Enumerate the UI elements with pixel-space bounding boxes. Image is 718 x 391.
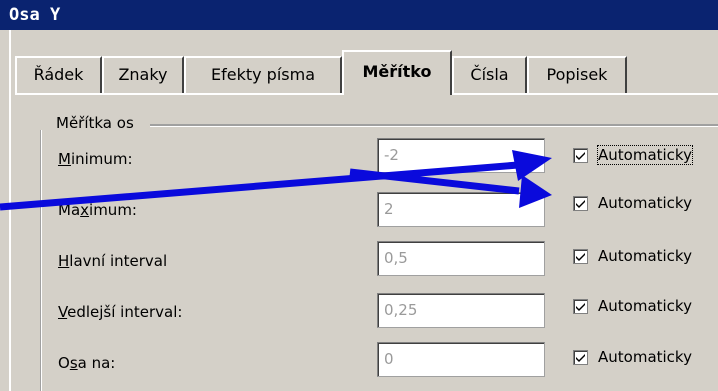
label-part: Ma xyxy=(58,201,81,219)
minimum-auto-checkbox[interactable] xyxy=(573,148,588,163)
major-interval-auto-label[interactable]: Automaticky xyxy=(598,247,692,265)
minimum-auto-label[interactable]: Automaticky xyxy=(597,145,693,165)
checkmark-icon xyxy=(576,303,585,311)
tab-label: Efekty písma xyxy=(210,65,315,84)
tab-label: Měřítko xyxy=(362,62,432,81)
minimum-field[interactable]: -2 xyxy=(377,138,545,173)
access-key: V xyxy=(58,303,68,321)
minor-interval-field[interactable]: 0,25 xyxy=(377,293,545,328)
tab-label: Znaky xyxy=(118,65,168,84)
label-part: edlejší interval: xyxy=(67,303,183,321)
panel-edge xyxy=(9,30,11,391)
tab-label: Čísla xyxy=(470,65,509,84)
tab-label: Řádek xyxy=(33,65,84,84)
checkmark-icon xyxy=(576,253,585,261)
tab-baseline-right xyxy=(452,93,718,95)
maximum-auto-checkbox[interactable] xyxy=(573,196,588,211)
minor-interval-label: Vedlejší interval: xyxy=(58,303,182,321)
maximum-label: Maximum: xyxy=(58,201,137,219)
tab-radek[interactable]: Řádek xyxy=(15,56,102,93)
tab-cisla[interactable]: Čísla xyxy=(452,56,527,93)
access-key: s xyxy=(69,354,78,372)
group-border-top-highlight xyxy=(150,126,718,127)
access-key: x xyxy=(80,201,90,219)
checkmark-icon xyxy=(576,354,585,362)
group-border-left-highlight xyxy=(41,130,42,391)
label-part: a na: xyxy=(77,354,116,372)
minimum-label: Minimum: xyxy=(58,150,133,168)
group-title: Měřítka os xyxy=(52,114,138,132)
maximum-auto-label[interactable]: Automaticky xyxy=(598,194,692,212)
tab-meritko[interactable]: Měřítko xyxy=(342,50,452,95)
tab-baseline-left xyxy=(15,93,342,95)
minor-interval-auto-checkbox[interactable] xyxy=(573,299,588,314)
label-part: imum: xyxy=(89,201,137,219)
major-interval-field[interactable]: 0,5 xyxy=(377,241,545,276)
access-key: M xyxy=(58,150,71,168)
label-part: inimum: xyxy=(70,150,133,168)
label-part: lavní interval xyxy=(69,252,168,270)
title-bar[interactable]: Osa Y xyxy=(0,0,718,30)
tab-popisek[interactable]: Popisek xyxy=(527,56,627,93)
axis-at-label: Osa na: xyxy=(58,354,115,372)
axis-at-auto-checkbox[interactable] xyxy=(573,350,588,365)
minor-interval-auto-label[interactable]: Automaticky xyxy=(598,297,692,315)
axis-at-auto-label[interactable]: Automaticky xyxy=(598,348,692,366)
major-interval-auto-checkbox[interactable] xyxy=(573,249,588,264)
tab-znaky[interactable]: Znaky xyxy=(102,56,184,93)
maximum-field[interactable]: 2 xyxy=(377,192,545,227)
access-key: H xyxy=(58,252,70,270)
label-part: O xyxy=(58,354,70,372)
tab-label: Popisek xyxy=(546,65,608,84)
major-interval-label: Hlavní interval xyxy=(58,252,167,270)
axis-y-dialog: Osa Y Řádek Znaky Efekty písma Měřítko Č… xyxy=(0,0,718,391)
window-title: Osa Y xyxy=(9,5,61,25)
checkmark-icon xyxy=(576,200,585,208)
axis-at-field[interactable]: 0 xyxy=(377,342,545,377)
tab-efekty-pisma[interactable]: Efekty písma xyxy=(184,56,342,93)
checkmark-icon xyxy=(576,152,585,160)
